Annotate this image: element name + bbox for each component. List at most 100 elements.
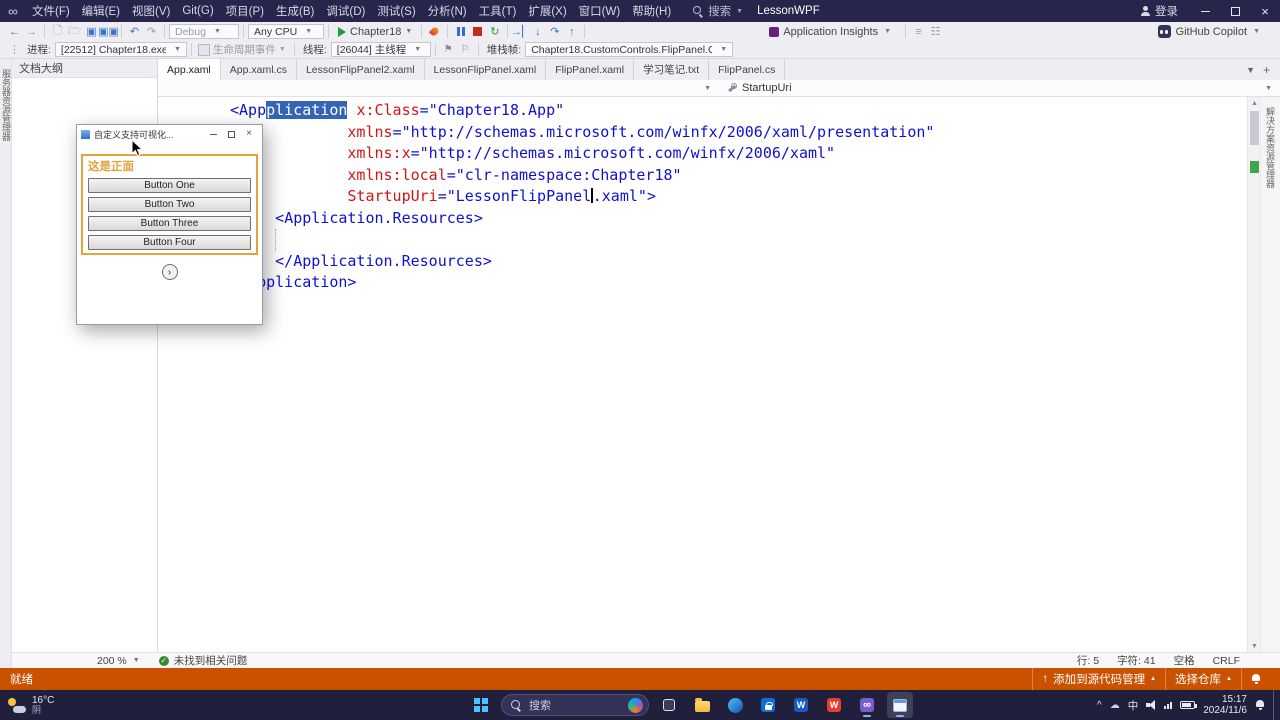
application-insights-dropdown[interactable]: Application Insights ▼ bbox=[769, 26, 891, 38]
notification-bell-icon[interactable] bbox=[1255, 700, 1265, 710]
solution-configuration-dropdown[interactable]: Debug ▼ bbox=[169, 24, 239, 39]
notifications-button[interactable] bbox=[1241, 668, 1270, 690]
hot-reload-icon[interactable] bbox=[426, 24, 443, 40]
github-copilot-button[interactable]: GitHub Copilot ▼ bbox=[1157, 25, 1260, 38]
tab-flippanel-xaml[interactable]: FlipPanel.xaml bbox=[546, 59, 635, 80]
menu-test[interactable]: 测试(S) bbox=[371, 0, 421, 22]
menu-git[interactable]: Git(G) bbox=[176, 0, 219, 22]
vs-search-box[interactable]: 搜索 ▼ bbox=[693, 3, 743, 19]
code-editor[interactable]: 9 10 <Appplication x:Class="Chapter18.Ap… bbox=[158, 97, 1247, 652]
line-ending-indicator[interactable]: CRLF bbox=[1213, 655, 1240, 667]
step-into-icon[interactable]: ↓ bbox=[529, 24, 546, 40]
navbar-type-dropdown[interactable]: ▼ bbox=[158, 80, 719, 96]
menu-file[interactable]: 文件(F) bbox=[26, 0, 76, 22]
volume-icon[interactable] bbox=[1146, 700, 1156, 710]
file-explorer-button[interactable] bbox=[689, 692, 715, 718]
process-dropdown[interactable]: [22512] Chapter18.exe ▼ bbox=[54, 42, 187, 57]
flag-outline-icon[interactable]: ⚐ bbox=[457, 42, 474, 58]
button-three[interactable]: Button Three bbox=[88, 216, 251, 231]
menu-edit[interactable]: 编辑(E) bbox=[76, 0, 126, 22]
lifecycle-events-label[interactable]: 生命周期事件 bbox=[213, 42, 276, 57]
tab-list-icon[interactable]: ▼ bbox=[1246, 65, 1255, 75]
taskbar-search-box[interactable]: 搜索 bbox=[501, 694, 649, 716]
line-indicator[interactable]: 行: 5 bbox=[1077, 653, 1099, 668]
network-signal-icon[interactable] bbox=[1164, 701, 1173, 709]
solution-platform-dropdown[interactable]: Any CPU ▼ bbox=[248, 24, 324, 39]
button-two[interactable]: Button Two bbox=[88, 197, 251, 212]
health-status-label[interactable]: 未找到相关问题 bbox=[174, 653, 248, 668]
menu-extensions[interactable]: 扩展(X) bbox=[522, 0, 572, 22]
stack-frame-dropdown[interactable]: Chapter18.CustomControls.FlipPanel.C ▼ bbox=[525, 42, 734, 57]
app-window-titlebar[interactable]: 自定义支持可视化... × bbox=[77, 125, 262, 143]
add-to-source-control-button[interactable]: ↑ 添加到源代码管理 ▲ bbox=[1032, 668, 1165, 690]
edge-button[interactable] bbox=[722, 692, 748, 718]
maximize-button[interactable] bbox=[1220, 0, 1250, 22]
menu-window[interactable]: 窗口(W) bbox=[573, 0, 627, 22]
tab-flippanel-cs[interactable]: FlipPanel.cs bbox=[709, 59, 786, 80]
select-repository-button[interactable]: 选择仓库 ▲ bbox=[1165, 668, 1241, 690]
ime-indicator[interactable]: 中 bbox=[1128, 698, 1139, 713]
show-next-statement-icon[interactable]: →▏ bbox=[511, 24, 530, 40]
new-file-icon[interactable]: 🗋 bbox=[49, 24, 66, 40]
minimize-button[interactable] bbox=[1190, 0, 1220, 22]
step-over-icon[interactable]: ↷ bbox=[546, 24, 563, 40]
flip-arrow-button[interactable]: › bbox=[161, 264, 178, 280]
navigate-forward-icon[interactable]: → bbox=[23, 24, 40, 40]
tab-app-xaml-cs[interactable]: App.xaml.cs bbox=[221, 59, 297, 80]
restart-debug-icon[interactable]: ↻ bbox=[486, 24, 503, 40]
spaces-indicator[interactable]: 空格 bbox=[1174, 653, 1195, 668]
pause-debug-icon[interactable] bbox=[452, 24, 469, 40]
tab-study-notes-txt[interactable]: 学习笔记.txt bbox=[634, 59, 710, 80]
menu-tools[interactable]: 工具(T) bbox=[473, 0, 523, 22]
task-view-button[interactable] bbox=[656, 692, 682, 718]
column-indicator[interactable]: 字符: 41 bbox=[1117, 653, 1156, 668]
step-out-icon[interactable]: ↑ bbox=[563, 24, 580, 40]
navbar-member-dropdown[interactable]: StartupUri ▼ bbox=[719, 80, 1280, 96]
onedrive-cloud-icon[interactable]: ☁ bbox=[1110, 700, 1120, 711]
close-button[interactable]: × bbox=[1250, 0, 1280, 22]
zoom-dropdown[interactable]: 200 % ▼ bbox=[92, 655, 145, 667]
open-file-icon[interactable]: 🗁 bbox=[66, 24, 83, 40]
app-maximize-button[interactable] bbox=[222, 127, 240, 141]
toolbar-extra-icon[interactable]: ≡ bbox=[910, 24, 927, 40]
menu-debug[interactable]: 调试(D) bbox=[320, 0, 371, 22]
menu-build[interactable]: 生成(B) bbox=[270, 0, 320, 22]
word-button[interactable]: W bbox=[788, 692, 814, 718]
sign-in-button[interactable]: 登录 bbox=[1140, 3, 1178, 19]
lifecycle-events-icon[interactable] bbox=[196, 42, 213, 58]
menu-analyze[interactable]: 分析(N) bbox=[422, 0, 473, 22]
tab-lessonflippanel2-xaml[interactable]: LessonFlipPanel2.xaml bbox=[297, 59, 425, 80]
scrollbar-thumb[interactable] bbox=[1250, 111, 1259, 145]
app-minimize-button[interactable] bbox=[204, 127, 222, 141]
button-four[interactable]: Button Four bbox=[88, 235, 251, 250]
toolbar-extra-icon[interactable]: ☷ bbox=[927, 24, 944, 40]
microsoft-store-button[interactable] bbox=[755, 692, 781, 718]
battery-icon[interactable] bbox=[1180, 701, 1198, 709]
app-close-button[interactable]: × bbox=[240, 127, 258, 141]
stop-debug-icon[interactable] bbox=[469, 24, 486, 40]
taskbar-clock[interactable]: 15:17 2024/11/6 bbox=[1203, 694, 1247, 717]
show-desktop-button[interactable] bbox=[1273, 690, 1276, 720]
thread-dropdown[interactable]: [26044] 主线程 ▼ bbox=[330, 42, 431, 57]
button-one[interactable]: Button One bbox=[88, 178, 251, 193]
undo-icon[interactable]: ↶ bbox=[126, 24, 143, 40]
start-debug-button[interactable]: Chapter18 ▼ bbox=[333, 24, 417, 40]
hidden-icons-chevron[interactable]: ^ bbox=[1097, 700, 1102, 711]
taskbar-weather-widget[interactable]: 16°C 阴 bbox=[8, 690, 54, 720]
wps-office-button[interactable]: W bbox=[821, 692, 847, 718]
save-all-icon[interactable]: ▣▣ bbox=[98, 24, 119, 40]
tab-app-xaml[interactable]: App.xaml bbox=[158, 59, 221, 80]
document-outline-header[interactable]: 文档大纲 bbox=[12, 59, 157, 78]
solution-explorer-collapsed-tab[interactable]: 解决方案资源管理器 bbox=[1264, 107, 1277, 188]
vertical-scrollbar[interactable]: ▲ ▼ bbox=[1247, 97, 1260, 652]
navigate-back-icon[interactable]: ← bbox=[6, 24, 23, 40]
redo-icon[interactable]: ↷ bbox=[143, 24, 160, 40]
new-tab-icon[interactable]: + bbox=[1263, 63, 1270, 77]
visual-studio-button[interactable]: ∞ bbox=[854, 692, 880, 718]
menu-help[interactable]: 帮助(H) bbox=[626, 0, 677, 22]
running-wpf-app-button[interactable] bbox=[887, 692, 913, 718]
menu-view[interactable]: 视图(V) bbox=[126, 0, 176, 22]
start-button[interactable] bbox=[468, 692, 494, 718]
tab-lessonflippanel-xaml[interactable]: LessonFlipPanel.xaml bbox=[425, 59, 547, 80]
menu-project[interactable]: 项目(P) bbox=[220, 0, 270, 22]
